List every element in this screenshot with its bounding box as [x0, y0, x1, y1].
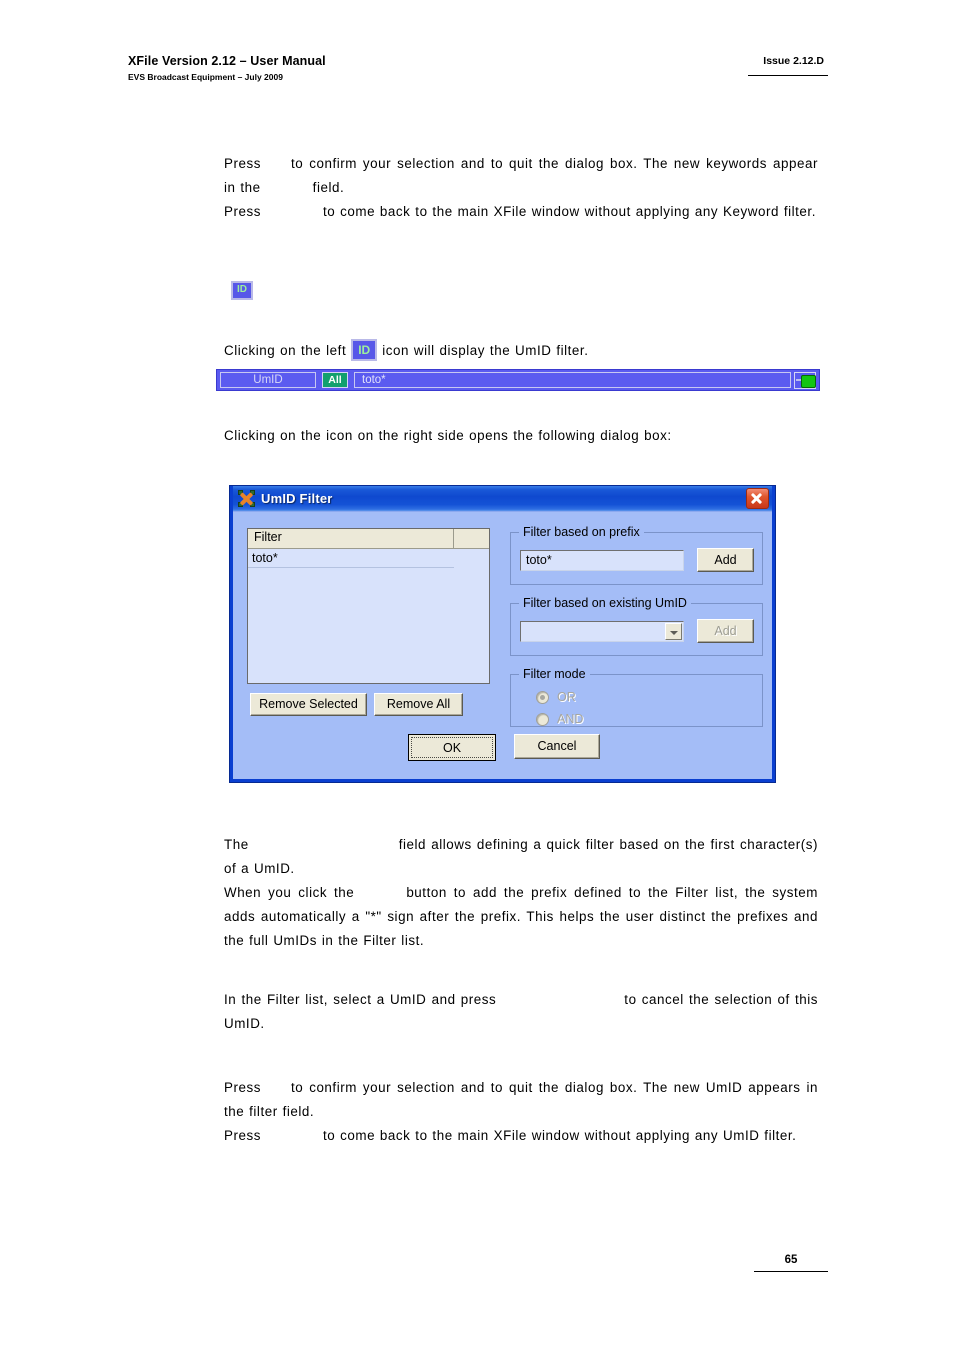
umid-id-icon-label: ID — [237, 284, 247, 295]
radio-or-label: OR — [557, 690, 576, 704]
filter-listbox[interactable]: Filter toto* — [247, 528, 490, 684]
manual-subtitle: EVS Broadcast Equipment – July 2009 — [128, 72, 283, 82]
page-header: Issue 2.12.D XFile Version 2.12 – User M… — [128, 54, 828, 83]
filter-bar-label: UmID — [220, 372, 316, 388]
paragraph-remove-selected-usage: In the Filter list, select a UmID and pr… — [224, 988, 818, 1036]
existing-umid-add-button[interactable]: Add — [697, 619, 754, 643]
p9-text-b: to come back to the main XFile window wi… — [322, 1128, 797, 1143]
p5-text-a: The — [224, 837, 249, 852]
umid-id-icon-inline[interactable]: ID — [351, 339, 378, 361]
prefix-add-button[interactable]: Add — [697, 548, 754, 572]
chevron-down-icon[interactable] — [665, 623, 682, 640]
umid-id-icon-inline-label: ID — [358, 343, 371, 357]
p3-text-b: icon will display the UmID filter. — [382, 343, 589, 358]
paragraph-press-ok-umid: Press to confirm your selection and to qu… — [224, 1076, 818, 1124]
dialog-titlebar[interactable]: UmID Filter — [233, 486, 772, 511]
filter-mode-radio-or[interactable]: OR — [536, 690, 576, 704]
manual-title: XFile Version 2.12 – User Manual — [128, 54, 326, 68]
page-number: 65 — [784, 1254, 798, 1266]
p3-text-a: Clicking on the left — [224, 343, 347, 358]
mouse-click-icon[interactable] — [794, 371, 816, 389]
umid-filter-dialog: UmID Filter Filter toto* Remove Selected… — [229, 485, 776, 783]
p8-text-a: Press — [224, 1080, 261, 1095]
prefix-group: Filter based on prefix toto* Add — [510, 525, 763, 585]
p9-text-a: Press — [224, 1128, 261, 1143]
header-rule — [748, 75, 828, 76]
existing-umid-group: Filter based on existing UmID Add — [510, 596, 763, 656]
mouse-icon-body — [801, 374, 816, 388]
chevron-down-arrow — [670, 631, 678, 635]
paragraph-add-button-behavior: When you click the button to add the pref… — [224, 881, 818, 953]
filter-listbox-header: Filter — [248, 529, 489, 549]
header-right: Issue 2.12.D — [748, 54, 828, 76]
filter-mode-radio-and[interactable]: AND — [536, 712, 583, 726]
umid-id-icon[interactable]: ID — [231, 281, 253, 300]
app-icon — [238, 490, 255, 507]
filter-bar-value[interactable]: toto* — [354, 372, 791, 388]
radio-or-indicator — [536, 690, 549, 704]
p2-text-a: Press — [224, 204, 261, 219]
issue-label: Issue 2.12.D — [763, 55, 824, 67]
ok-button[interactable]: OK — [408, 734, 496, 761]
ok-button-label: OK — [411, 737, 493, 758]
paragraph-clicking-left-icon: Clicking on the left ID icon will display … — [224, 339, 818, 363]
p1-text-c: field. — [312, 180, 345, 195]
prefix-group-legend: Filter based on prefix — [519, 525, 644, 539]
p6-text-a: When you click the — [224, 885, 355, 900]
filter-column-header-extra[interactable] — [454, 529, 489, 548]
p5-text-b: field allows defining a quick filter bas… — [224, 837, 818, 876]
filter-bar-scope-badge[interactable]: All — [322, 372, 348, 388]
cancel-button[interactable]: Cancel — [514, 734, 600, 759]
dialog-title: UmID Filter — [261, 491, 333, 506]
filter-mode-group-legend: Filter mode — [519, 667, 590, 681]
page-footer: 65 — [754, 1253, 828, 1272]
remove-selected-button[interactable]: Remove Selected — [250, 693, 367, 716]
remove-all-button[interactable]: Remove All — [374, 693, 463, 716]
p2-text-b: to come back to the main XFile window wi… — [322, 204, 816, 219]
radio-and-label: AND — [557, 712, 584, 726]
header-left: XFile Version 2.12 – User Manual EVS Bro… — [128, 54, 326, 83]
p1-text-a: Press — [224, 156, 261, 171]
paragraph-press-ok-keywords: Press to confirm your selection and to qu… — [224, 152, 818, 200]
paragraph-press-cancel-umid: Press to come back to the main XFile wind… — [224, 1124, 818, 1148]
footer-rule — [754, 1271, 828, 1272]
paragraph-clicking-right-icon: Clicking on the icon on the right side o… — [224, 428, 672, 443]
filter-column-header[interactable]: Filter — [248, 529, 454, 548]
umid-filter-bar[interactable]: UmID All toto* — [216, 369, 820, 391]
filter-mode-group: Filter mode OR AND — [510, 667, 763, 727]
existing-umid-combobox[interactable] — [520, 621, 684, 642]
existing-umid-group-legend: Filter based on existing UmID — [519, 596, 691, 610]
p7-text-a: In the Filter list, select a UmID and pr… — [224, 992, 497, 1007]
prefix-input[interactable]: toto* — [520, 550, 684, 571]
paragraph-prefix-field: The field allows defining a quick filter … — [224, 833, 818, 881]
radio-and-indicator — [536, 712, 549, 726]
dialog-body: Filter toto* Remove Selected Remove All … — [233, 511, 772, 779]
paragraph-press-cancel-keyword: Press to come back to the main XFile wind… — [224, 200, 818, 224]
p8-text-b: to confirm your selection and to quit th… — [224, 1080, 818, 1119]
close-icon[interactable] — [746, 488, 769, 509]
list-item[interactable]: toto* — [248, 549, 454, 568]
